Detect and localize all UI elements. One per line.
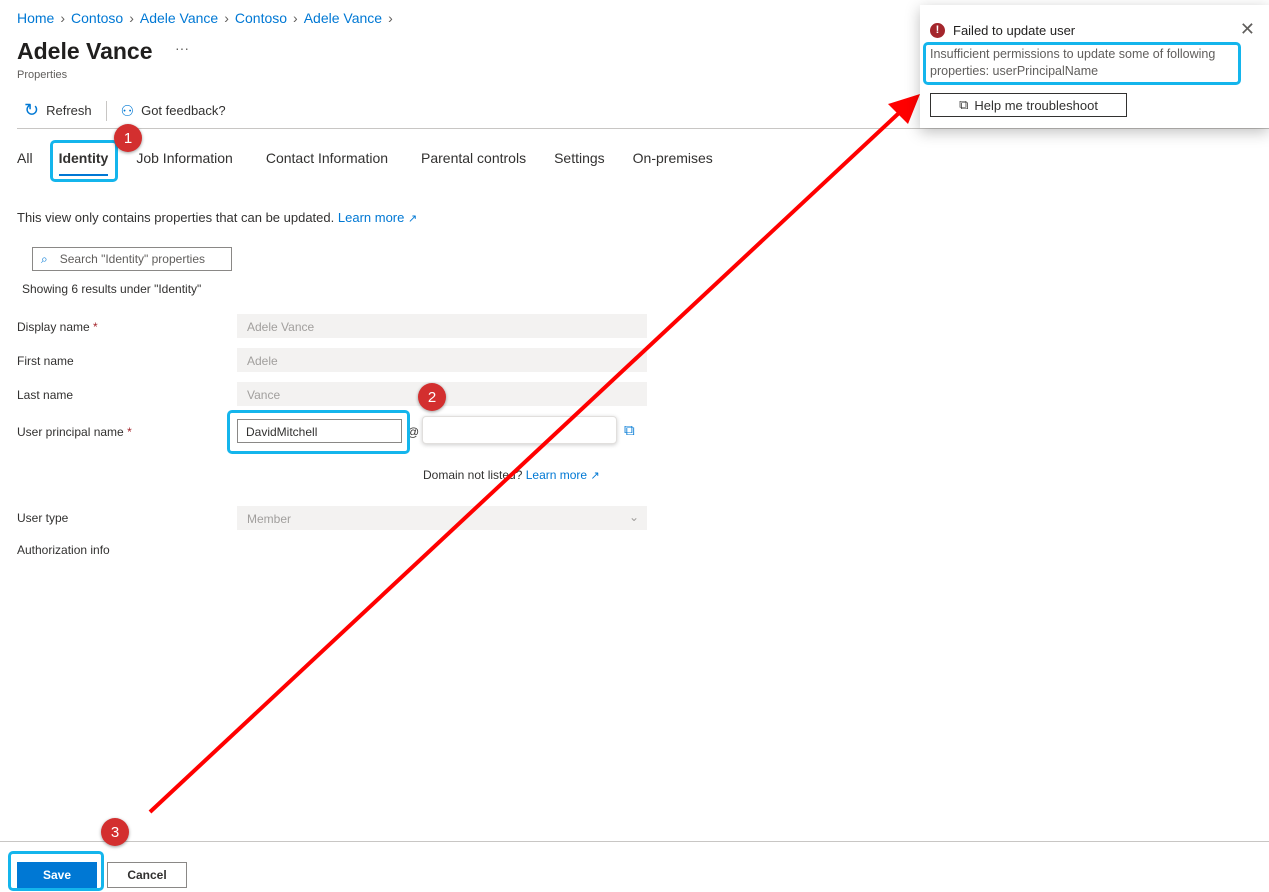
notification-title: Failed to update user xyxy=(953,23,1076,38)
error-notification: ! Failed to update user ✕ Insufficient p… xyxy=(920,5,1269,128)
annotation-arrow xyxy=(148,94,920,814)
error-icon: ! xyxy=(930,23,945,38)
arrow-line xyxy=(148,110,902,814)
footer-divider xyxy=(0,841,1269,842)
highlight-box xyxy=(923,42,1241,85)
cancel-button[interactable]: Cancel xyxy=(107,862,187,888)
copilot-icon: ⧉ xyxy=(959,97,969,112)
help-troubleshoot-button[interactable]: ⧉ Help me troubleshoot xyxy=(930,93,1127,117)
step-badge-3: 3 xyxy=(101,818,129,846)
highlight-box xyxy=(8,851,104,891)
help-button-label: Help me troubleshoot xyxy=(974,97,1098,113)
close-icon[interactable]: ✕ xyxy=(1240,19,1255,40)
